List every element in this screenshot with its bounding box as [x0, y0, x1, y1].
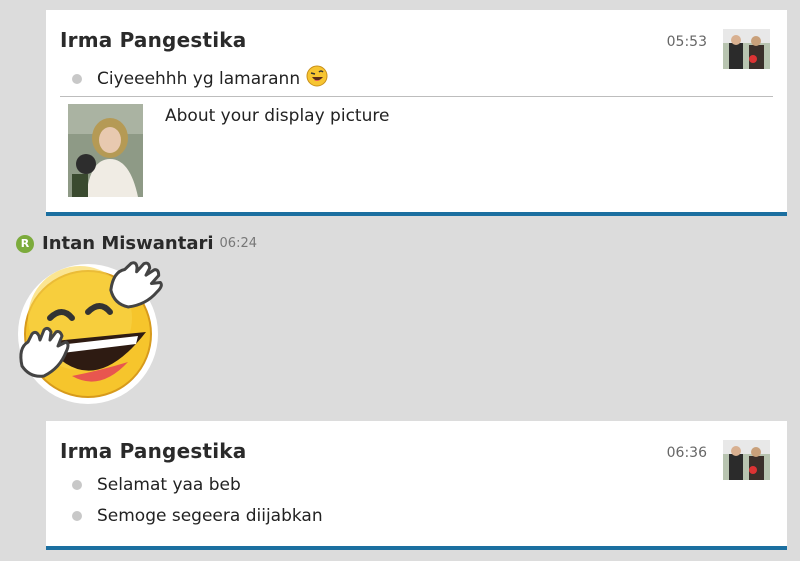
message-card[interactable]: Irma Pangestika 05:53 Ciyeeehhh yg lamar… [46, 10, 787, 216]
r-badge-icon: R [16, 234, 34, 253]
message-line: Selamat yaa beb [72, 475, 241, 495]
sender-name[interactable]: Irma Pangestika [60, 28, 246, 52]
waving-laughing-face-sticker[interactable] [10, 258, 172, 408]
message-line: Ciyeeehhh yg lamarann [72, 65, 328, 92]
sender-name[interactable]: Intan Miswantari [42, 233, 214, 254]
profile-photo-icon [68, 104, 143, 197]
bullet-dot [72, 73, 82, 84]
message-time: 05:53 [666, 34, 707, 50]
avatar-photo-icon [723, 29, 770, 69]
message-card[interactable]: Irma Pangestika 06:36 Selamat yaa beb Se… [46, 421, 787, 550]
bullet-dot [72, 480, 82, 490]
avatar[interactable] [723, 440, 770, 480]
sender-name[interactable]: Irma Pangestika [60, 439, 246, 463]
display-picture-thumbnail[interactable] [68, 104, 143, 197]
message-time: 06:36 [666, 445, 707, 461]
message-text: Ciyeeehhh yg lamarann [97, 68, 301, 89]
avatar[interactable] [723, 29, 770, 69]
sticker-message-header: R Intan Miswantari 06:24 [16, 233, 257, 254]
message-text: Selamat yaa beb [97, 475, 241, 495]
laughing-wink-emoji-icon [306, 65, 328, 92]
reply-context-text[interactable]: About your display picture [165, 106, 389, 126]
bullet-dot [72, 511, 82, 521]
message-line: Semoge segeera diijabkan [72, 506, 323, 526]
avatar-photo-icon [723, 440, 770, 480]
reply-divider [60, 96, 773, 97]
message-text: Semoge segeera diijabkan [97, 506, 323, 526]
message-time: 06:24 [219, 236, 257, 251]
